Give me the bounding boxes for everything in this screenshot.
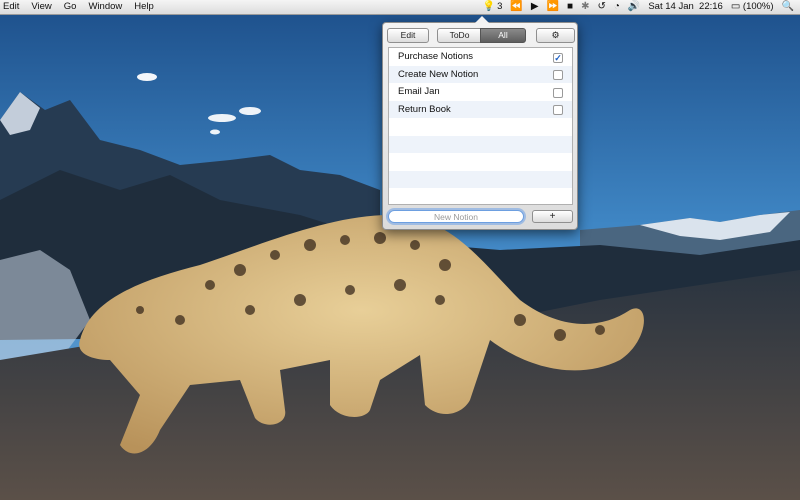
time-machine-icon[interactable]: ↺	[597, 0, 605, 14]
menu-bar: Edit View Go Window Help 💡 3 ⏪ ▶ ⏩ ■ ✱ ↺…	[0, 0, 800, 15]
filter-all-segment[interactable]: All	[480, 28, 526, 43]
item-checkbox[interactable]	[553, 105, 563, 115]
battery-status[interactable]: ▭ (100%)	[731, 0, 774, 14]
item-label: Return Book	[398, 103, 451, 115]
item-checkbox[interactable]: ✓	[553, 52, 563, 63]
new-notion-bar: +	[387, 209, 573, 225]
play-icon[interactable]: ▶	[531, 0, 539, 14]
spotlight-icon[interactable]: 🔍	[782, 0, 794, 14]
menu-view[interactable]: View	[25, 0, 57, 14]
empty-row	[389, 153, 572, 171]
edit-button[interactable]: Edit	[387, 28, 429, 43]
notions-list: Purchase Notions ✓ Create New Notion Ema…	[388, 47, 573, 205]
menu-help[interactable]: Help	[128, 0, 160, 14]
rewind-icon[interactable]: ⏪	[510, 0, 522, 14]
gear-icon: ⚙	[551, 30, 560, 40]
add-notion-button[interactable]: +	[532, 210, 573, 223]
popover-caret	[475, 16, 489, 23]
item-label: Purchase Notions	[398, 51, 473, 62]
menu-edit[interactable]: Edit	[0, 0, 25, 14]
empty-row	[389, 170, 572, 188]
list-item[interactable]: Return Book	[389, 100, 572, 118]
wifi-icon[interactable]: ◔	[614, 0, 620, 14]
volume-icon[interactable]: 🔊	[628, 0, 640, 14]
menu-window[interactable]: Window	[82, 0, 128, 14]
item-checkbox[interactable]	[553, 70, 563, 80]
item-checkbox[interactable]	[553, 87, 563, 98]
list-item[interactable]: Create New Notion	[389, 65, 572, 83]
notions-count: 3	[497, 1, 503, 12]
list-item[interactable]: Email Jan	[389, 83, 572, 101]
settings-button[interactable]: ⚙	[536, 28, 575, 43]
new-notion-input[interactable]	[388, 210, 524, 223]
empty-row	[389, 188, 572, 204]
popover-toolbar: Edit ToDo All ⚙	[387, 28, 575, 43]
list-item[interactable]: Purchase Notions ✓	[389, 48, 572, 66]
item-label: Create New Notion	[398, 68, 479, 80]
fast-forward-icon[interactable]: ⏩	[547, 0, 559, 14]
notions-status-item[interactable]: 💡 3	[483, 0, 503, 14]
filter-todo-segment[interactable]: ToDo	[437, 28, 482, 43]
notions-popover: Edit ToDo All ⚙ Purchase Notions ✓ Creat…	[382, 16, 578, 230]
battery-percent: (100%)	[742, 1, 774, 12]
clock[interactable]: Sat 14 Jan 22:16	[648, 0, 722, 14]
bluetooth-icon[interactable]: ✱	[581, 0, 589, 14]
empty-row	[389, 135, 572, 153]
menu-go[interactable]: Go	[58, 0, 83, 14]
battery-icon: ▭	[730, 1, 741, 12]
lightbulb-icon: 💡	[482, 1, 496, 12]
item-label: Email Jan	[398, 86, 440, 97]
app-icon[interactable]: ■	[567, 0, 573, 14]
empty-row	[389, 118, 572, 136]
